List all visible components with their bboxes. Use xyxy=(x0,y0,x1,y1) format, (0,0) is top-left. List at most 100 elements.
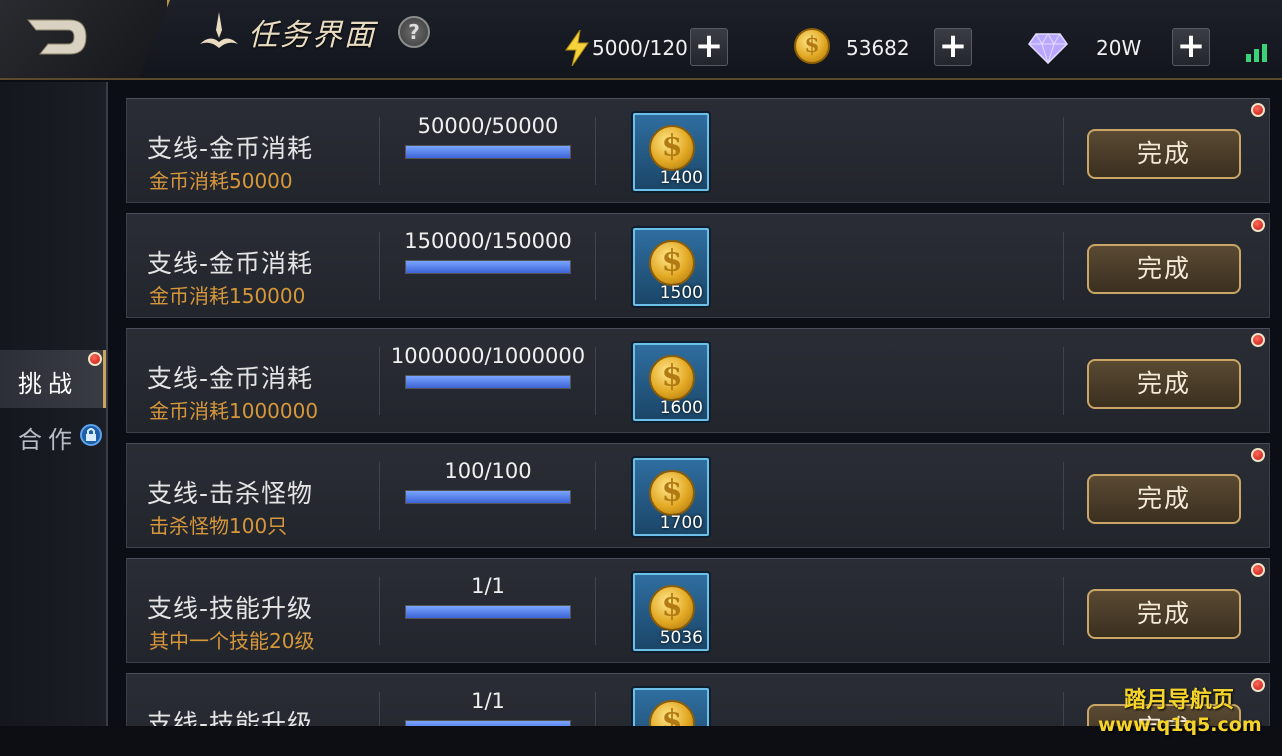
gold-coin-icon: $ xyxy=(649,240,695,286)
task-row: 支线-技能升级 其中一个技能20级 1/1 $ 5036 完成 xyxy=(126,558,1270,663)
divider xyxy=(1063,577,1064,645)
complete-button[interactable]: 完成 xyxy=(1087,589,1241,639)
divider xyxy=(1063,462,1064,530)
task-row: 支线-金币消耗 金币消耗50000 50000/50000 $ 1400 完成 xyxy=(126,98,1270,203)
reward-item[interactable]: $ 1400 xyxy=(633,113,709,191)
task-description: 金币消耗50000 xyxy=(149,169,293,193)
watermark-line2: www.q1q5.com xyxy=(1098,714,1262,736)
divider xyxy=(595,117,596,185)
divider xyxy=(379,462,380,530)
energy-plus-button[interactable]: + xyxy=(690,28,728,66)
reward-item[interactable]: $ 5036 xyxy=(633,573,709,651)
task-list[interactable]: 支线-金币消耗 金币消耗50000 50000/50000 $ 1400 完成 … xyxy=(108,82,1282,726)
diamond-value: 20W xyxy=(1096,36,1142,60)
diamond-counter: 20W xyxy=(1028,28,1168,68)
divider xyxy=(379,347,380,415)
gold-coin-icon: $ xyxy=(649,700,695,726)
reward-item[interactable]: $ 1600 xyxy=(633,343,709,421)
back-button[interactable] xyxy=(0,0,170,78)
task-progress-fill xyxy=(406,146,570,158)
back-arrow-icon xyxy=(26,19,87,55)
tab-cooperation-label: 合作 xyxy=(18,426,78,454)
task-name: 支线-金币消耗 xyxy=(147,364,314,393)
task-progress-text: 1000000/1000000 xyxy=(390,344,586,368)
help-button[interactable]: ? xyxy=(398,16,430,48)
reward-item[interactable]: $ 1700 xyxy=(633,458,709,536)
task-name: 支线-金币消耗 xyxy=(147,249,314,278)
tab-challenge-label: 挑战 xyxy=(18,370,78,398)
tab-challenge[interactable]: 挑战 xyxy=(0,350,106,408)
gold-coin-icon: $ xyxy=(649,355,695,401)
signal-strength-icon xyxy=(1246,40,1274,62)
reward-quantity: 1600 xyxy=(659,398,703,418)
task-row: 支线-金币消耗 金币消耗1000000 1000000/1000000 $ 16… xyxy=(126,328,1270,433)
watermark-line1: 踏月导航页 xyxy=(1124,688,1235,713)
reward-item[interactable]: $ xyxy=(633,688,709,726)
diamond-icon xyxy=(1028,33,1068,64)
divider xyxy=(379,232,380,300)
complete-button[interactable]: 完成 xyxy=(1087,129,1241,179)
complete-button[interactable]: 完成 xyxy=(1087,474,1241,524)
task-progress-text: 1/1 xyxy=(471,574,505,598)
complete-button[interactable]: 完成 xyxy=(1087,359,1241,409)
reward-quantity: 1400 xyxy=(659,168,703,188)
task-progress-text: 1/1 xyxy=(471,689,505,713)
task-name: 支线-技能升级 xyxy=(147,594,314,623)
divider xyxy=(1063,117,1064,185)
divider xyxy=(595,692,596,726)
task-description: 其中一个技能20级 xyxy=(149,629,315,653)
task-description: 金币消耗1000000 xyxy=(149,399,319,423)
task-progress-fill xyxy=(406,376,570,388)
complete-button[interactable]: 完成 xyxy=(1087,244,1241,294)
gold-coin-icon: $ xyxy=(649,125,695,171)
task-progress-text: 50000/50000 xyxy=(417,114,559,138)
energy-value: 5000/120 xyxy=(592,36,688,60)
reward-item[interactable]: $ 1500 xyxy=(633,228,709,306)
task-progress-bar xyxy=(405,260,571,274)
energy-counter: 5000/120 xyxy=(564,28,694,68)
notification-dot xyxy=(1251,563,1265,577)
task-scroll-icon xyxy=(200,12,238,48)
task-progress-fill xyxy=(406,261,570,273)
notification-dot xyxy=(1251,103,1265,117)
reward-quantity: 1500 xyxy=(659,283,703,303)
divider xyxy=(379,692,380,726)
diamond-plus-button[interactable]: + xyxy=(1172,28,1210,66)
top-bar: 任务界面 ? 5000/120 + $ 53682 + 20W + xyxy=(0,0,1282,80)
task-progress-bar xyxy=(405,375,571,389)
divider xyxy=(595,347,596,415)
task-progress-text: 150000/150000 xyxy=(404,229,572,253)
notification-dot xyxy=(1251,333,1265,347)
divider xyxy=(595,462,596,530)
task-progress-text: 100/100 xyxy=(444,459,532,483)
task-progress-fill xyxy=(406,491,570,503)
sidebar: 挑战 合作 xyxy=(0,82,108,756)
divider xyxy=(595,232,596,300)
divider xyxy=(379,577,380,645)
notification-dot xyxy=(1251,448,1265,462)
lock-icon xyxy=(80,424,102,446)
gold-counter: $ 53682 xyxy=(794,28,934,68)
gold-coin-icon: $ xyxy=(649,585,695,631)
task-row: 支线-击杀怪物 击杀怪物100只 100/100 $ 1700 完成 xyxy=(126,443,1270,548)
task-progress-fill xyxy=(406,606,570,618)
lightning-icon xyxy=(565,30,589,66)
gold-value: 53682 xyxy=(846,36,910,60)
notification-dot xyxy=(88,352,102,366)
task-progress-bar xyxy=(405,605,571,619)
task-row: 支线-金币消耗 金币消耗150000 150000/150000 $ 1500 … xyxy=(126,213,1270,318)
page-title: 任务界面 xyxy=(248,18,376,53)
bottom-strip xyxy=(0,726,1282,756)
gold-plus-button[interactable]: + xyxy=(934,28,972,66)
reward-quantity: 5036 xyxy=(659,628,703,648)
task-name: 支线-金币消耗 xyxy=(147,134,314,163)
reward-quantity: 1700 xyxy=(659,513,703,533)
divider xyxy=(1063,692,1064,726)
divider xyxy=(1063,232,1064,300)
task-progress-bar xyxy=(405,145,571,159)
watermark: 踏月导航页 www.q1q5.com xyxy=(1098,682,1262,736)
notification-dot xyxy=(1251,218,1265,232)
task-progress-bar xyxy=(405,490,571,504)
gold-coin-icon: $ xyxy=(794,28,830,64)
task-name: 支线-击杀怪物 xyxy=(147,479,314,508)
